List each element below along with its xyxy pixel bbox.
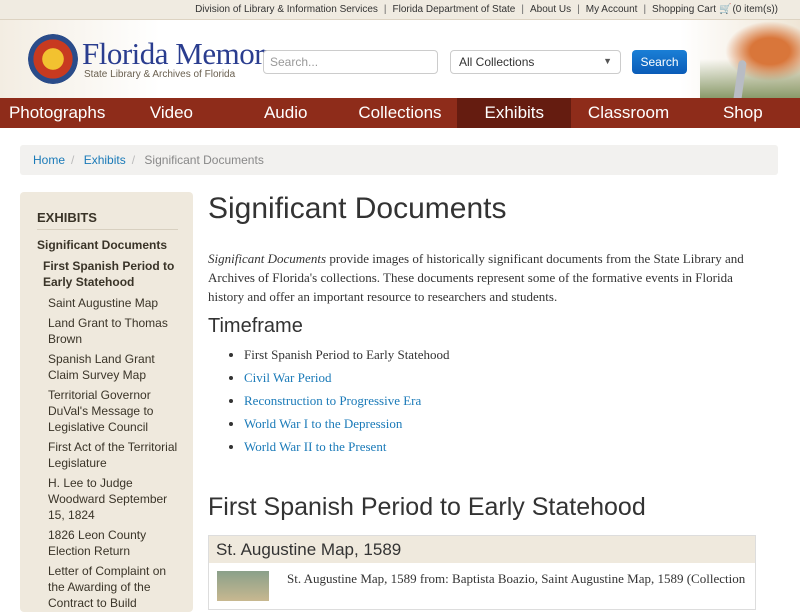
timeframe-link[interactable]: World War I to the Depression [244, 416, 402, 431]
timeframe-item: World War II to the Present [244, 439, 768, 455]
site-logo[interactable]: Florida Memory State Library & Archives … [28, 34, 280, 84]
sidebar-item[interactable]: H. Lee to Judge Woodward September 15, 1… [37, 475, 178, 523]
utility-bar: Division of Library & Information Servic… [0, 0, 800, 20]
sidebar-item-significant-documents[interactable]: Significant Documents [37, 238, 178, 252]
main-content: Significant Documents Significant Docume… [208, 192, 768, 610]
breadcrumb-home[interactable]: Home [33, 153, 65, 167]
separator: | [383, 4, 387, 15]
nav-shop[interactable]: Shop [686, 98, 800, 128]
link-division[interactable]: Division of Library & Information Servic… [195, 4, 378, 15]
timeframe-link[interactable]: World War II to the Present [244, 439, 386, 454]
sidebar-item-first-spanish-period[interactable]: First Spanish Period to Early Statehood [37, 258, 178, 290]
chevron-down-icon: ▼ [603, 56, 612, 66]
main-nav: Photographs Video Audio Collections Exhi… [0, 98, 800, 128]
intro-emphasis: Significant Documents [208, 251, 327, 266]
link-about[interactable]: About Us [530, 4, 571, 15]
collection-select-value: All Collections [459, 55, 535, 69]
timeframe-list: First Spanish Period to Early Statehood … [208, 347, 768, 455]
sidebar: EXHIBITS Significant Documents First Spa… [20, 192, 193, 612]
separator: | [577, 4, 580, 15]
nav-video[interactable]: Video [114, 98, 228, 128]
link-dept-state[interactable]: Florida Department of State [393, 4, 516, 15]
separator: / [71, 153, 75, 167]
nav-collections[interactable]: Collections [343, 98, 457, 128]
nav-exhibits[interactable]: Exhibits [457, 98, 572, 128]
nav-classroom[interactable]: Classroom [571, 98, 685, 128]
nav-photographs[interactable]: Photographs [0, 98, 114, 128]
nav-audio[interactable]: Audio [229, 98, 343, 128]
panel-title[interactable]: St. Augustine Map, 1589 [209, 536, 755, 563]
timeframe-link[interactable]: Reconstruction to Progressive Era [244, 393, 421, 408]
timeframe-item: World War I to the Depression [244, 416, 768, 432]
cart-count[interactable]: (0 item(s)) [732, 4, 778, 15]
breadcrumb-exhibits[interactable]: Exhibits [84, 153, 126, 167]
sidebar-item[interactable]: 1826 Leon County Election Return [37, 527, 178, 559]
separator: / [131, 153, 136, 167]
search-button[interactable]: Search [632, 50, 687, 74]
search-input[interactable]: Search... [263, 50, 438, 74]
timeframe-heading: Timeframe [208, 315, 303, 337]
map-thumbnail[interactable] [217, 571, 269, 601]
intro-text: Significant Documents provide images of … [208, 249, 768, 306]
breadcrumb: Home / Exhibits / Significant Documents [20, 145, 778, 175]
logo-title: Florida Memory [82, 35, 280, 71]
collection-select[interactable]: All Collections ▼ [450, 50, 621, 74]
heron-illustration [700, 20, 800, 98]
timeframe-link[interactable]: Civil War Period [244, 370, 332, 385]
sidebar-item[interactable]: Saint Augustine Map [37, 295, 178, 311]
sidebar-item[interactable]: Spanish Land Grant Claim Survey Map [37, 351, 178, 383]
sidebar-heading: EXHIBITS [37, 210, 178, 230]
separator: | [643, 4, 647, 15]
sidebar-item[interactable]: Land Grant to Thomas Brown [37, 315, 178, 347]
page-title: Significant Documents [208, 192, 507, 225]
timeframe-item: Reconstruction to Progressive Era [244, 393, 768, 409]
breadcrumb-current: Significant Documents [144, 153, 264, 167]
section-heading: First Spanish Period to Early Statehood [208, 493, 646, 521]
timeframe-current: First Spanish Period to Early Statehood [244, 347, 768, 363]
document-panel: St. Augustine Map, 1589 St. Augustine Ma… [208, 535, 756, 610]
separator: | [521, 4, 524, 15]
sidebar-item[interactable]: Letter of Complaint on the Awarding of t… [37, 563, 178, 611]
link-cart[interactable]: Shopping Cart [652, 4, 716, 15]
link-account[interactable]: My Account [586, 4, 638, 15]
timeframe-item: Civil War Period [244, 370, 768, 386]
panel-description: St. Augustine Map, 1589 from: Baptista B… [287, 571, 746, 586]
header: Florida Memory State Library & Archives … [0, 20, 800, 117]
compass-sun-icon [28, 34, 78, 84]
cart-icon[interactable]: 🛒 [719, 4, 731, 15]
sidebar-item[interactable]: Territorial Governor DuVal's Message to … [37, 387, 178, 435]
sidebar-item[interactable]: First Act of the Territorial Legislature [37, 439, 178, 471]
